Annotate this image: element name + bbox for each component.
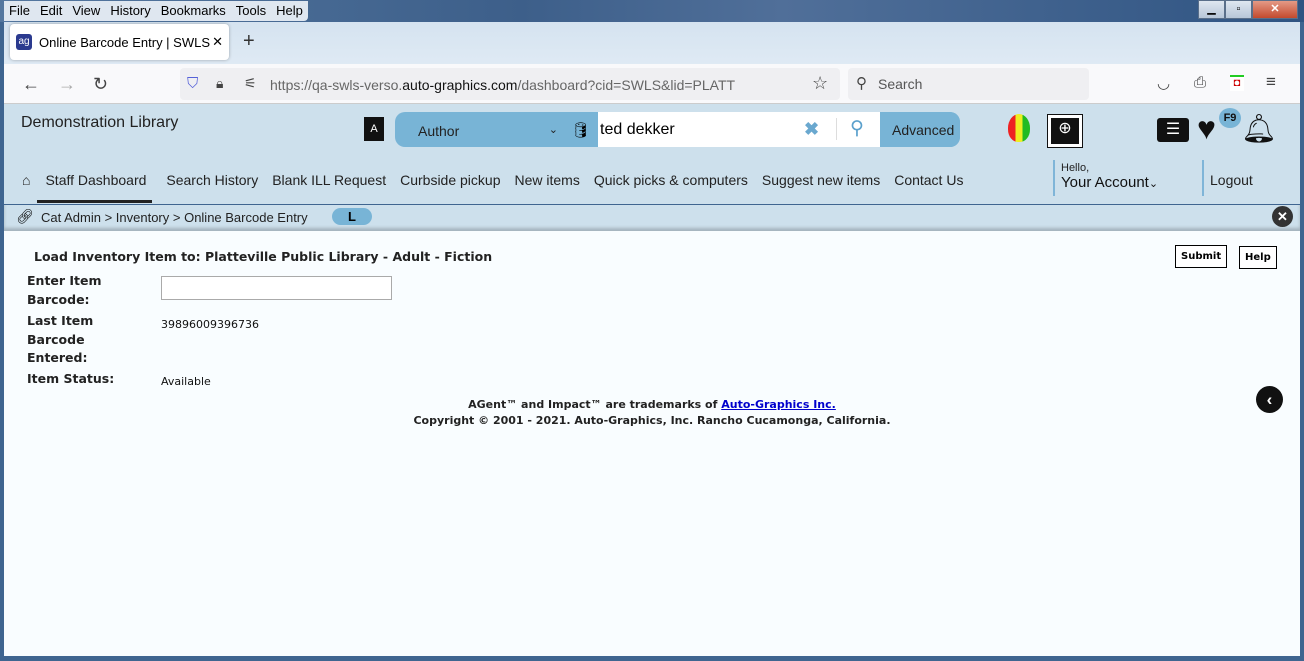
- advanced-search-button[interactable]: Advanced: [880, 112, 960, 147]
- account-menu[interactable]: Hello, Your Account⌄: [1053, 160, 1158, 196]
- nav-contact-us[interactable]: Contact Us: [894, 172, 963, 203]
- print-icon[interactable]: ⎙: [1194, 74, 1206, 91]
- menu-edit[interactable]: Edit: [35, 1, 67, 21]
- nav-staff-dashboard[interactable]: Staff Dashboard: [37, 172, 153, 203]
- permissions-icon[interactable]: ⚟: [244, 75, 257, 92]
- heart-icon[interactable]: ♥: [1197, 110, 1216, 147]
- link-icon: 🔗︎: [16, 208, 34, 224]
- url-prefix: https://qa-swls-verso.: [270, 77, 403, 93]
- close-tab-icon[interactable]: ✕: [212, 34, 223, 50]
- barcode-label-line: Barcode:: [27, 291, 90, 307]
- language-icon[interactable]: A: [364, 117, 384, 141]
- pocket-icon[interactable]: ◡: [1157, 74, 1170, 92]
- favorites-badge: F9: [1219, 108, 1241, 128]
- database-icon[interactable]: 🛢︎: [571, 121, 590, 139]
- menu-tools[interactable]: Tools: [231, 1, 271, 21]
- extension-icon[interactable]: ◘: [1230, 75, 1244, 91]
- hello-label: Hello,: [1061, 162, 1090, 174]
- logout-link[interactable]: Logout: [1202, 160, 1253, 196]
- trademark-text: AGent™ and Impact™ are trademarks of Aut…: [0, 398, 1304, 411]
- divider: [836, 118, 837, 140]
- chevron-down-icon: ⌄: [1148, 178, 1159, 190]
- shield-icon[interactable]: ⛉: [187, 75, 198, 92]
- balloon-icon[interactable]: [1008, 114, 1030, 142]
- bell-icon[interactable]: 🔔︎: [1241, 112, 1277, 145]
- lock-icon[interactable]: 🔒︎: [216, 75, 223, 92]
- reload-icon[interactable]: ↻: [93, 74, 108, 95]
- close-window-button[interactable]: ✕: [1252, 0, 1298, 19]
- nav-search-history[interactable]: Search History: [166, 172, 258, 203]
- breadcrumb: Cat Admin > Inventory > Online Barcode E…: [41, 210, 308, 225]
- menu-history[interactable]: History: [105, 1, 155, 21]
- minimize-button[interactable]: ▁: [1198, 0, 1225, 19]
- search-submit-icon[interactable]: ⚲: [850, 117, 864, 140]
- url-domain: auto-graphics.com: [402, 77, 518, 93]
- back-icon[interactable]: ←: [22, 74, 40, 95]
- main-nav: ⌂ Staff Dashboard Search History Blank I…: [22, 172, 977, 203]
- maximize-button[interactable]: ▫: [1225, 0, 1252, 19]
- list-icon[interactable]: ☰: [1157, 118, 1189, 142]
- barcode-input[interactable]: [161, 276, 392, 300]
- nav-quick-picks[interactable]: Quick picks & computers: [594, 172, 748, 203]
- last-barcode-value: 39896009396736: [161, 318, 259, 331]
- submit-button[interactable]: Submit: [1175, 245, 1228, 268]
- search-value: ted dekker: [600, 121, 675, 138]
- barcode-label-line: Enter Item: [27, 273, 102, 288]
- url-bar[interactable]: https://qa-swls-verso.auto-graphics.com/…: [180, 68, 840, 100]
- url-path: /dashboard?cid=SWLS&lid=PLATT: [517, 77, 736, 93]
- favicon-icon: ag: [16, 34, 32, 50]
- browser-tab[interactable]: ag Online Barcode Entry | SWLS | pl ✕: [10, 24, 229, 60]
- close-icon[interactable]: ✕: [1272, 206, 1293, 227]
- item-status-label: Item Status:: [27, 371, 115, 386]
- last-label-line: Last Item: [27, 313, 94, 328]
- item-status-value: Available: [161, 375, 211, 388]
- new-tab-button[interactable]: +: [243, 30, 255, 53]
- bookmark-star-icon[interactable]: ☆: [812, 73, 828, 94]
- last-label-line: Barcode: [27, 331, 85, 347]
- barcode-label: Enter Item Barcode:: [27, 272, 102, 309]
- search-icon: ⚲: [856, 75, 867, 92]
- breadcrumb-pill[interactable]: L: [332, 208, 372, 225]
- search-input[interactable]: ted dekker: [598, 112, 880, 147]
- nav-new-items[interactable]: New items: [514, 172, 579, 203]
- trademark-label: AGent™ and Impact™ are trademarks of: [468, 398, 722, 411]
- forward-icon[interactable]: →: [58, 74, 76, 95]
- chevron-down-icon: ⌄: [548, 124, 558, 136]
- auto-graphics-link[interactable]: Auto-Graphics Inc.: [721, 398, 836, 411]
- library-name: Demonstration Library: [21, 114, 179, 131]
- account-label: Your Account: [1061, 174, 1149, 191]
- search-type-value: Author: [418, 123, 460, 139]
- nav-blank-ill-request[interactable]: Blank ILL Request: [272, 172, 386, 203]
- search-placeholder: Search: [878, 76, 923, 92]
- chevron-left-icon[interactable]: ‹: [1256, 386, 1283, 413]
- search-type-select[interactable]: Author ⌄: [418, 123, 558, 139]
- menu-view[interactable]: View: [67, 1, 105, 21]
- browse-shelf-icon[interactable]: ⊕: [1047, 114, 1083, 148]
- hamburger-menu-icon[interactable]: ≡: [1266, 72, 1276, 92]
- menu-bar: File Edit View History Bookmarks Tools H…: [4, 1, 308, 21]
- browser-search-input[interactable]: Search: [848, 68, 1089, 100]
- home-icon[interactable]: ⌂: [22, 172, 30, 203]
- nav-suggest-new-items[interactable]: Suggest new items: [762, 172, 880, 203]
- copyright-text: Copyright © 2001 - 2021. Auto-Graphics, …: [413, 414, 891, 427]
- last-label-line: Entered:: [27, 350, 88, 365]
- nav-curbside-pickup[interactable]: Curbside pickup: [400, 172, 500, 203]
- tab-title: Online Barcode Entry | SWLS | pl: [39, 34, 213, 50]
- menu-file[interactable]: File: [4, 1, 35, 21]
- clear-search-icon[interactable]: ✖: [804, 119, 819, 140]
- last-barcode-label: Last Item Barcode Entered:: [27, 312, 93, 368]
- window-controls: ▁ ▫ ✕: [1198, 0, 1298, 19]
- form-heading: Load Inventory Item to: Platteville Publ…: [34, 249, 493, 264]
- menu-bookmarks[interactable]: Bookmarks: [156, 1, 231, 21]
- menu-help[interactable]: Help: [271, 1, 308, 21]
- help-button[interactable]: Help: [1239, 246, 1277, 269]
